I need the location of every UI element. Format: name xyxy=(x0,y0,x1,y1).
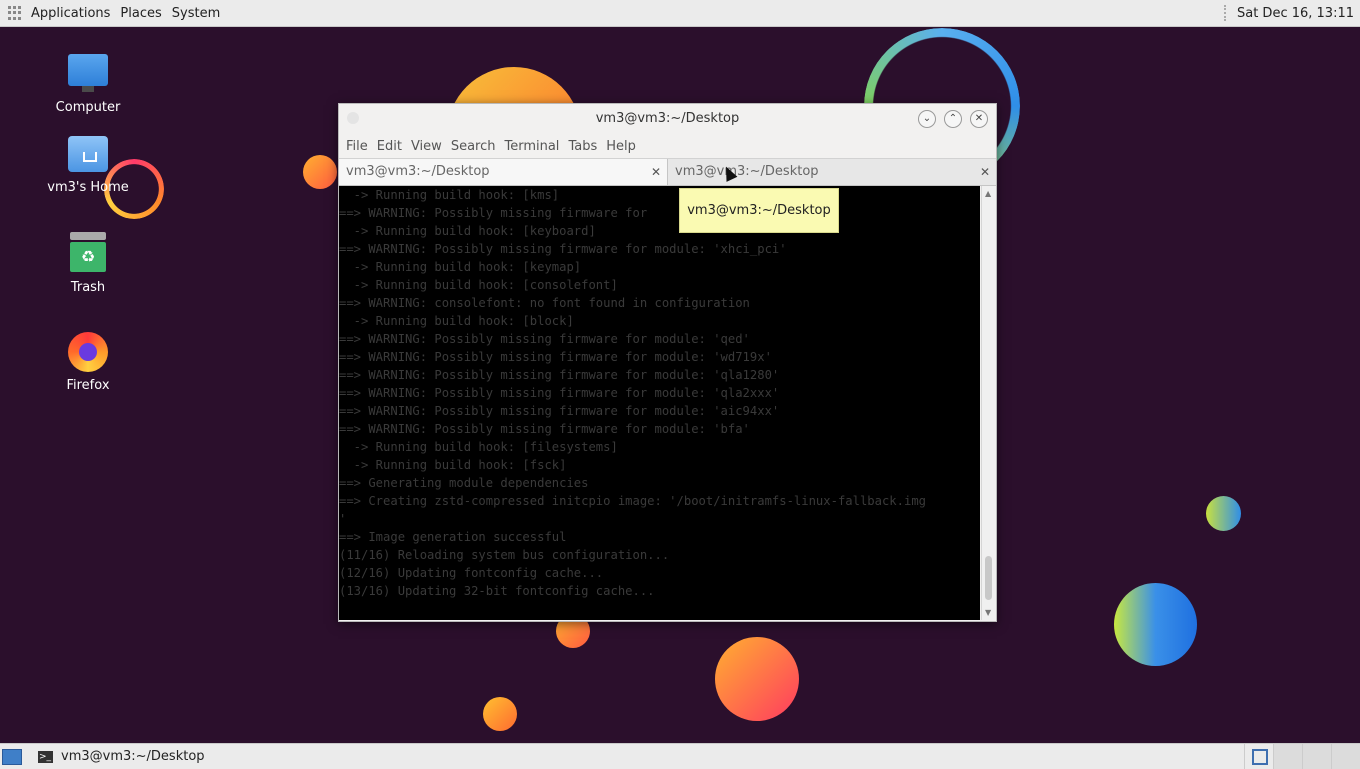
terminal-line: ==> WARNING: Possibly missing firmware f… xyxy=(339,422,750,436)
tab-1[interactable]: vm3@vm3:~/Desktop ✕ xyxy=(339,159,668,185)
terminal-line: (12/16) Updating fontconfig cache... xyxy=(339,566,604,580)
menu-view[interactable]: View xyxy=(408,139,448,154)
panel-handle xyxy=(1223,5,1229,21)
firefox-icon xyxy=(66,330,110,374)
window-title: vm3@vm3:~/Desktop xyxy=(595,111,740,126)
terminal-icon: >_ xyxy=(38,750,53,763)
taskbar-window-label: vm3@vm3:~/Desktop xyxy=(61,749,205,764)
menu-edit[interactable]: Edit xyxy=(374,139,408,154)
desktop-icon-label: Computer xyxy=(55,100,121,115)
terminal-line: ==> WARNING: consolefont: no font found … xyxy=(339,296,750,310)
scroll-down-icon[interactable]: ▼ xyxy=(985,608,991,617)
terminal-line: -> Running build hook: [kms] xyxy=(339,188,560,202)
workspace-switcher xyxy=(1244,744,1360,769)
terminal-line: -> Running build hook: [consolefont] xyxy=(339,278,618,292)
scroll-up-icon[interactable]: ▲ xyxy=(985,189,991,198)
decor-circle-blue-small xyxy=(1206,496,1241,531)
bottom-panel: >_ vm3@vm3:~/Desktop xyxy=(0,743,1360,769)
terminal-line: -> Running build hook: [keyboard] xyxy=(339,224,596,238)
menu-tabs[interactable]: Tabs xyxy=(565,139,603,154)
applications-grid-icon[interactable] xyxy=(8,6,22,20)
close-button[interactable]: ✕ xyxy=(970,110,988,128)
taskbar-window-button[interactable]: >_ vm3@vm3:~/Desktop xyxy=(34,744,205,769)
terminal-line: ==> Creating zstd-compressed initcpio im… xyxy=(339,494,926,508)
terminal-line: -> Running build hook: [block] xyxy=(339,314,574,328)
workspace-2[interactable] xyxy=(1273,744,1302,769)
terminal-line: ==> WARNING: Possibly missing firmware f… xyxy=(339,368,780,382)
terminal-line: ' xyxy=(339,512,347,526)
desktop-icon-label: Trash xyxy=(70,280,106,295)
decor-circle-large-bottom xyxy=(715,637,799,721)
terminal-line: (11/16) Reloading system bus configurati… xyxy=(339,548,670,562)
terminal-line: ==> WARNING: Possibly missing firmware f… xyxy=(339,386,780,400)
terminal-line: -> Running build hook: [keymap] xyxy=(339,260,582,274)
computer-icon xyxy=(66,52,110,96)
menu-applications[interactable]: Applications xyxy=(26,6,115,21)
tab-close-icon[interactable]: ✕ xyxy=(980,159,990,185)
menu-system[interactable]: System xyxy=(167,6,225,21)
terminal-window[interactable]: vm3@vm3:~/Desktop ⌄ ⌃ ✕ File Edit View S… xyxy=(338,103,997,622)
trash-icon: ♻ xyxy=(66,232,110,276)
tab-2[interactable]: vm3@vm3:~/Desktop ✕ xyxy=(668,159,996,185)
decor-circle-small-left xyxy=(303,155,337,189)
terminal-line: ==> Generating module dependencies xyxy=(339,476,589,490)
clock[interactable]: Sat Dec 16, 13:11 xyxy=(1237,6,1354,21)
home-folder-icon xyxy=(66,132,110,176)
decor-circle-small-bottom xyxy=(483,697,517,731)
desktop-icon-firefox[interactable]: Firefox xyxy=(38,330,138,393)
menu-terminal[interactable]: Terminal xyxy=(501,139,565,154)
desktop-icon-trash[interactable]: ♻ Trash xyxy=(38,232,138,295)
scrollbar-thumb[interactable] xyxy=(985,556,992,600)
workspace-3[interactable] xyxy=(1302,744,1331,769)
terminal-line: -> Running build hook: [fsck] xyxy=(339,458,567,472)
tab-bar: vm3@vm3:~/Desktop ✕ vm3@vm3:~/Desktop ✕ xyxy=(339,158,996,186)
maximize-button[interactable]: ⌃ xyxy=(944,110,962,128)
terminal-line: ==> WARNING: Possibly missing firmware f… xyxy=(339,332,750,346)
desktop-icon-home[interactable]: vm3's Home xyxy=(38,132,138,195)
menu-help[interactable]: Help xyxy=(603,139,642,154)
window-titlebar[interactable]: vm3@vm3:~/Desktop ⌄ ⌃ ✕ xyxy=(339,104,996,134)
tab-label: vm3@vm3:~/Desktop xyxy=(675,164,819,179)
show-desktop-icon[interactable] xyxy=(2,749,22,765)
minimize-button[interactable]: ⌄ xyxy=(918,110,936,128)
terminal-line: ==> Image generation successful xyxy=(339,530,567,544)
tab-label: vm3@vm3:~/Desktop xyxy=(346,164,490,179)
terminal-scrollbar[interactable]: ▲ ▼ xyxy=(981,186,996,620)
decor-circle-blue-large xyxy=(1114,583,1197,666)
terminal-line: (13/16) Updating 32-bit fontconfig cache… xyxy=(339,584,655,598)
desktop-icon-label: vm3's Home xyxy=(47,180,129,195)
menu-places[interactable]: Places xyxy=(115,6,166,21)
workspace-4[interactable] xyxy=(1331,744,1360,769)
workspace-1[interactable] xyxy=(1244,744,1273,769)
terminal-line: ==> WARNING: Possibly missing firmware f… xyxy=(339,350,772,364)
terminal-line: ==> WARNING: Possibly missing firmware f… xyxy=(339,206,648,220)
desktop-icon-computer[interactable]: Computer xyxy=(38,52,138,115)
terminal-line: ==> WARNING: Possibly missing firmware f… xyxy=(339,242,787,256)
top-panel: Applications Places System Sat Dec 16, 1… xyxy=(0,0,1360,27)
terminal-line: -> Running build hook: [filesystems] xyxy=(339,440,618,454)
menu-search[interactable]: Search xyxy=(448,139,502,154)
window-menu-icon[interactable] xyxy=(347,112,359,124)
desktop-icon-label: Firefox xyxy=(66,378,110,393)
terminal-line: ==> WARNING: Possibly missing firmware f… xyxy=(339,404,780,418)
tab-tooltip: vm3@vm3:~/Desktop xyxy=(679,188,839,233)
terminal-output[interactable]: -> Running build hook: [kms] ==> WARNING… xyxy=(339,186,980,620)
menu-file[interactable]: File xyxy=(343,139,374,154)
tab-close-icon[interactable]: ✕ xyxy=(651,159,661,185)
window-menubar: File Edit View Search Terminal Tabs Help xyxy=(339,134,996,158)
